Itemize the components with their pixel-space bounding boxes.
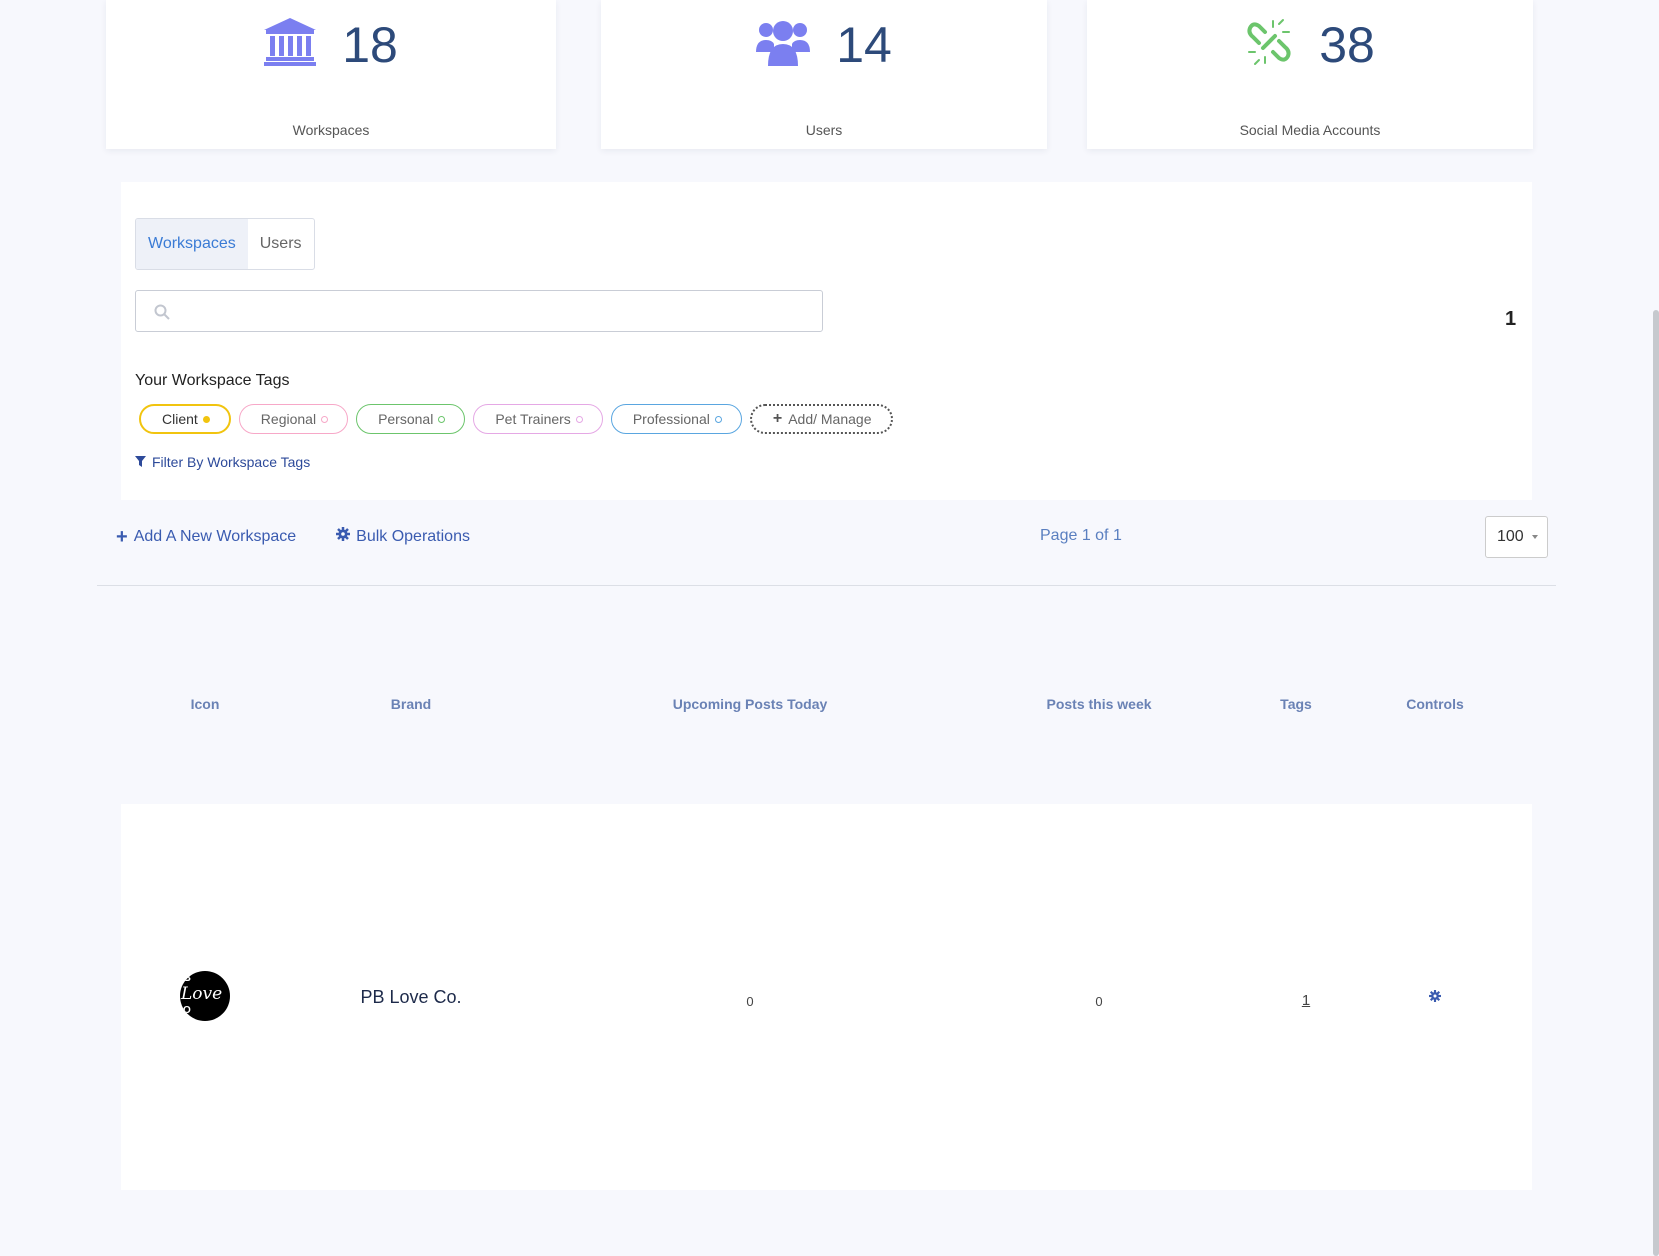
table-row[interactable]: B Love O PB Love Co. 0 0 1: [121, 804, 1532, 1190]
tag-label: Regional: [260, 411, 317, 427]
tag-label: Personal: [378, 411, 434, 427]
stat-card-social: 38 Social Media Accounts: [1087, 0, 1533, 149]
logo-text: O: [183, 1005, 191, 1016]
logo-text: Love: [181, 984, 223, 1004]
add-manage-label: Add/ Manage: [788, 411, 872, 427]
column-header-posts-week: Posts this week: [1046, 696, 1152, 712]
social-count: 38: [1319, 16, 1375, 73]
column-header-icon: Icon: [190, 696, 220, 712]
gear-icon: [336, 527, 351, 546]
add-manage-tags-button[interactable]: + Add/ Manage: [749, 404, 893, 434]
page-size-value: 100: [1497, 528, 1524, 545]
brand-name[interactable]: PB Love Co.: [360, 987, 461, 1008]
tag-label: Client: [162, 411, 198, 427]
tag-dot-icon: [714, 415, 722, 423]
upcoming-posts-today: 0: [746, 994, 754, 1009]
view-tabs: Workspaces Users: [135, 218, 315, 270]
add-workspace-button[interactable]: + Add A New Workspace: [116, 525, 297, 548]
bulk-operations-button[interactable]: Bulk Operations: [336, 527, 470, 546]
tag-client[interactable]: Client: [139, 404, 231, 434]
tag-pet-trainers[interactable]: Pet Trainers: [473, 404, 603, 434]
users-count: 14: [836, 16, 892, 73]
tag-professional[interactable]: Professional: [610, 404, 742, 434]
brand-logo: B Love O: [180, 971, 230, 1021]
tag-dot-icon: [202, 415, 210, 423]
tab-users[interactable]: Users: [248, 219, 314, 269]
bulk-operations-label: Bulk Operations: [356, 527, 470, 545]
tag-dot-icon: [438, 415, 446, 423]
tag-label: Pet Trainers: [495, 411, 571, 427]
add-workspace-label: Add A New Workspace: [133, 527, 297, 545]
page-indicator: 1: [1505, 308, 1517, 330]
caret-down-icon: [1531, 535, 1538, 539]
posts-this-week: 0: [1095, 994, 1103, 1009]
gear-icon[interactable]: [1429, 989, 1441, 1007]
tag-dot-icon: [575, 415, 583, 423]
page-info: Page 1 of 1: [1040, 527, 1122, 544]
filter-icon: [135, 454, 146, 470]
users-icon: [756, 18, 811, 71]
plus-icon: +: [772, 410, 783, 427]
tag-label: Professional: [632, 411, 710, 427]
workspaces-label: Workspaces: [292, 122, 370, 138]
search-icon: [154, 304, 170, 325]
workspaces-count: 18: [342, 16, 398, 73]
tab-workspaces[interactable]: Workspaces: [136, 219, 248, 269]
column-header-tags: Tags: [1280, 696, 1312, 712]
social-label: Social Media Accounts: [1239, 122, 1381, 138]
stat-card-workspaces: 18 Workspaces: [106, 0, 556, 149]
actions-bar: + Add A New Workspace Bulk Operations: [116, 525, 470, 548]
tag-regional[interactable]: Regional: [238, 404, 349, 434]
column-header-brand: Brand: [390, 696, 432, 712]
bank-icon: [264, 18, 317, 71]
filter-link-label: Filter By Workspace Tags: [152, 454, 311, 470]
column-header-upcoming-today: Upcoming Posts Today: [672, 696, 828, 712]
logo-text: B: [183, 972, 191, 984]
search-input[interactable]: [180, 297, 804, 327]
scrollbar[interactable]: [1653, 310, 1659, 1256]
tags-row: Client Regional Personal Pet Trainers Pr…: [139, 404, 893, 434]
tag-personal[interactable]: Personal: [356, 404, 466, 434]
users-label: Users: [805, 122, 843, 138]
stat-card-users: 14 Users: [601, 0, 1047, 149]
filter-panel: Workspaces Users 1 Your Workspace Tags C…: [121, 182, 1532, 500]
tags-count-link[interactable]: 1: [1302, 992, 1310, 1009]
page-size-select[interactable]: 100: [1485, 516, 1548, 558]
workspace-tags-title: Your Workspace Tags: [135, 372, 290, 389]
tag-dot-icon: [321, 415, 329, 423]
column-header-controls: Controls: [1406, 696, 1464, 712]
search-box: [135, 290, 823, 332]
filter-by-tags-link[interactable]: Filter By Workspace Tags: [135, 454, 310, 470]
divider: [97, 585, 1556, 586]
link-broken-icon: [1245, 18, 1293, 71]
plus-icon: +: [116, 525, 128, 548]
